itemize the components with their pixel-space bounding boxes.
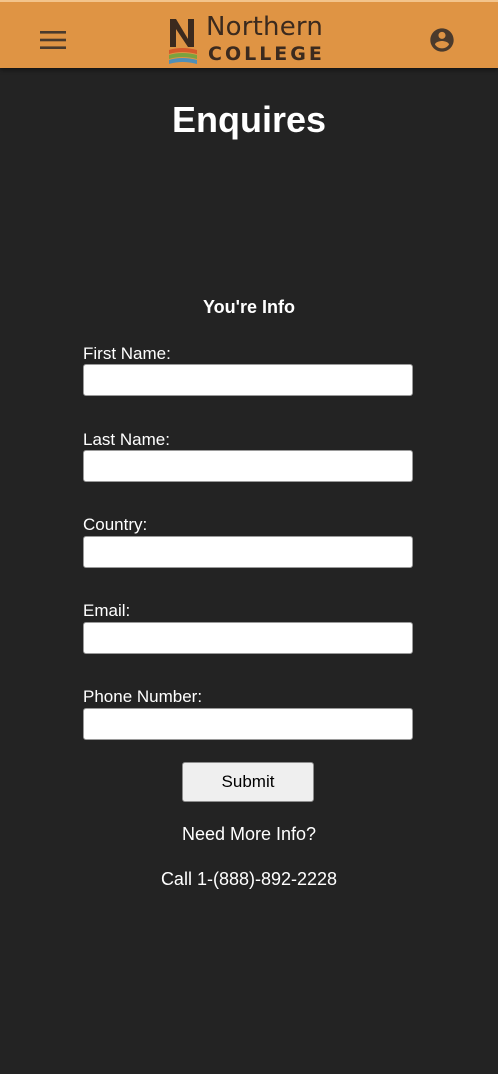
account-button[interactable] [428,26,456,54]
account-circle-icon [430,28,454,52]
menu-button[interactable] [40,29,66,51]
submit-button[interactable]: Submit [182,762,314,802]
college-logo[interactable]: Northern COLLEGE [168,12,332,66]
email-input[interactable] [83,622,413,654]
section-title: You're Info [203,297,295,317]
first-name-label: First Name: [83,344,171,363]
first-name-input[interactable] [83,364,413,396]
country-label: Country: [83,515,148,534]
contact-phone-text: Call 1-(888)-892-2228 [160,869,338,889]
last-name-label: Last Name: [83,430,170,449]
phone-number-label: Phone Number: [83,687,203,706]
last-name-input[interactable] [83,450,413,482]
top-app-bar: Northern COLLEGE [0,0,498,68]
more-info-heading: Need More Info? [181,824,317,844]
logo-wordmark-college: COLLEGE [208,43,325,65]
email-label: Email: [83,601,131,620]
phone-number-input[interactable] [83,708,413,740]
hamburger-menu-icon [40,31,66,49]
logo-mark-icon [169,19,197,64]
country-input[interactable] [83,536,413,568]
page-title: Enquires [171,99,327,140]
logo-wordmark-northern: Northern [206,12,324,42]
